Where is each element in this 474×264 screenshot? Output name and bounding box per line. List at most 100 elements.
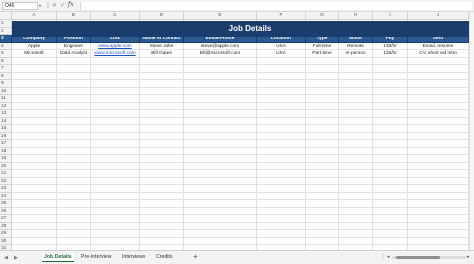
next-sheet-icon[interactable]: ▶: [14, 255, 18, 261]
grid-cell[interactable]: [373, 110, 408, 118]
grid-cell[interactable]: [184, 72, 257, 80]
grid-cell[interactable]: [57, 117, 91, 125]
grid-cell[interactable]: [184, 87, 257, 95]
grid-cell[interactable]: [184, 132, 257, 140]
grid-cell[interactable]: [184, 222, 257, 230]
grid-cell[interactable]: [408, 177, 469, 185]
grid-cell[interactable]: [339, 87, 373, 95]
tab-job-details[interactable]: Job Details: [42, 253, 74, 262]
grid-cell[interactable]: [339, 147, 373, 155]
grid-cell[interactable]: [184, 192, 257, 200]
row-header[interactable]: 27: [0, 215, 12, 223]
row-header[interactable]: 6: [0, 57, 12, 65]
grid-cell[interactable]: [184, 110, 257, 118]
grid-cell[interactable]: [12, 95, 57, 103]
grid-cell[interactable]: [57, 185, 91, 193]
grid-cell[interactable]: [408, 155, 469, 163]
grid-cell[interactable]: [57, 170, 91, 178]
grid-cell[interactable]: [339, 72, 373, 80]
data-cell[interactable]: bill@microsoft.com: [184, 50, 257, 58]
grid-cell[interactable]: [140, 222, 184, 230]
row-header[interactable]: 4: [0, 42, 12, 50]
data-cell[interactable]: 125/hr: [373, 50, 408, 58]
cancel-icon[interactable]: ✕: [52, 2, 57, 9]
grid-cell[interactable]: [339, 125, 373, 133]
grid-cell[interactable]: [57, 57, 91, 65]
column-header-h[interactable]: H: [339, 12, 373, 20]
grid-cell[interactable]: [306, 72, 339, 80]
grid-cell[interactable]: [257, 65, 306, 73]
tab-interviews[interactable]: Interviews: [120, 253, 147, 262]
grid-cell[interactable]: [408, 170, 469, 178]
grid-cell[interactable]: [306, 237, 339, 245]
grid-cell[interactable]: [140, 207, 184, 215]
row-header[interactable]: 30: [0, 237, 12, 245]
grid-cell[interactable]: [373, 155, 408, 163]
grid-cell[interactable]: [140, 192, 184, 200]
grid-cell[interactable]: [373, 177, 408, 185]
row-header[interactable]: 22: [0, 177, 12, 185]
grid-cell[interactable]: [408, 147, 469, 155]
grid-cell[interactable]: [91, 72, 140, 80]
column-header-i[interactable]: I: [373, 12, 408, 20]
grid-cell[interactable]: [91, 117, 140, 125]
grid-cell[interactable]: [91, 162, 140, 170]
grid-cell[interactable]: [57, 207, 91, 215]
grid-cell[interactable]: [339, 57, 373, 65]
grid-cell[interactable]: [408, 102, 469, 110]
grid-cell[interactable]: [57, 192, 91, 200]
grid-cell[interactable]: [184, 57, 257, 65]
grid-cell[interactable]: [184, 185, 257, 193]
grid-cell[interactable]: [12, 215, 57, 223]
grid-cell[interactable]: [306, 207, 339, 215]
grid-cell[interactable]: [57, 87, 91, 95]
grid-cell[interactable]: [91, 57, 140, 65]
grid-cell[interactable]: [408, 222, 469, 230]
grid-cell[interactable]: [408, 200, 469, 208]
grid-cell[interactable]: [91, 177, 140, 185]
row-header[interactable]: 16: [0, 132, 12, 140]
grid-cell[interactable]: [12, 200, 57, 208]
grid-cell[interactable]: [12, 222, 57, 230]
grid-cell[interactable]: [184, 117, 257, 125]
grid-cell[interactable]: [140, 185, 184, 193]
insert-function-button[interactable]: fx: [68, 1, 74, 8]
grid-cell[interactable]: [339, 132, 373, 140]
enter-icon[interactable]: ✓: [60, 2, 65, 9]
grid-cell[interactable]: [408, 140, 469, 148]
grid-cell[interactable]: [408, 57, 469, 65]
grid-cell[interactable]: [408, 185, 469, 193]
grid-cell[interactable]: [257, 95, 306, 103]
data-cell[interactable]: www.microsoft.com: [91, 50, 140, 58]
grid-cell[interactable]: [91, 207, 140, 215]
grid-cell[interactable]: [408, 207, 469, 215]
grid-cell[interactable]: [339, 215, 373, 223]
grid-cell[interactable]: [408, 65, 469, 73]
grid-cell[interactable]: [57, 155, 91, 163]
column-header-d[interactable]: D: [140, 12, 184, 20]
grid-cell[interactable]: [339, 192, 373, 200]
grid-cell[interactable]: [306, 147, 339, 155]
grid-cell[interactable]: [306, 102, 339, 110]
data-cell[interactable]: Remote: [339, 42, 373, 50]
grid-cell[interactable]: [306, 155, 339, 163]
grid-cell[interactable]: [408, 132, 469, 140]
grid-cell[interactable]: [91, 110, 140, 118]
grid-cell[interactable]: [57, 222, 91, 230]
grid-cell[interactable]: [408, 80, 469, 88]
grid-cell[interactable]: [57, 110, 91, 118]
grid-cell[interactable]: [140, 155, 184, 163]
grid-cell[interactable]: [140, 215, 184, 223]
grid-cell[interactable]: [373, 215, 408, 223]
grid-cell[interactable]: [140, 125, 184, 133]
grid-cell[interactable]: [57, 162, 91, 170]
vertical-scrollbar[interactable]: [469, 12, 474, 250]
grid-cell[interactable]: [184, 162, 257, 170]
grid-cell[interactable]: [339, 177, 373, 185]
grid-cell[interactable]: [408, 230, 469, 238]
grid-cell[interactable]: [57, 200, 91, 208]
grid-cell[interactable]: [184, 155, 257, 163]
grid-cell[interactable]: [12, 147, 57, 155]
grid-cell[interactable]: [339, 65, 373, 73]
grid-cell[interactable]: [57, 140, 91, 148]
